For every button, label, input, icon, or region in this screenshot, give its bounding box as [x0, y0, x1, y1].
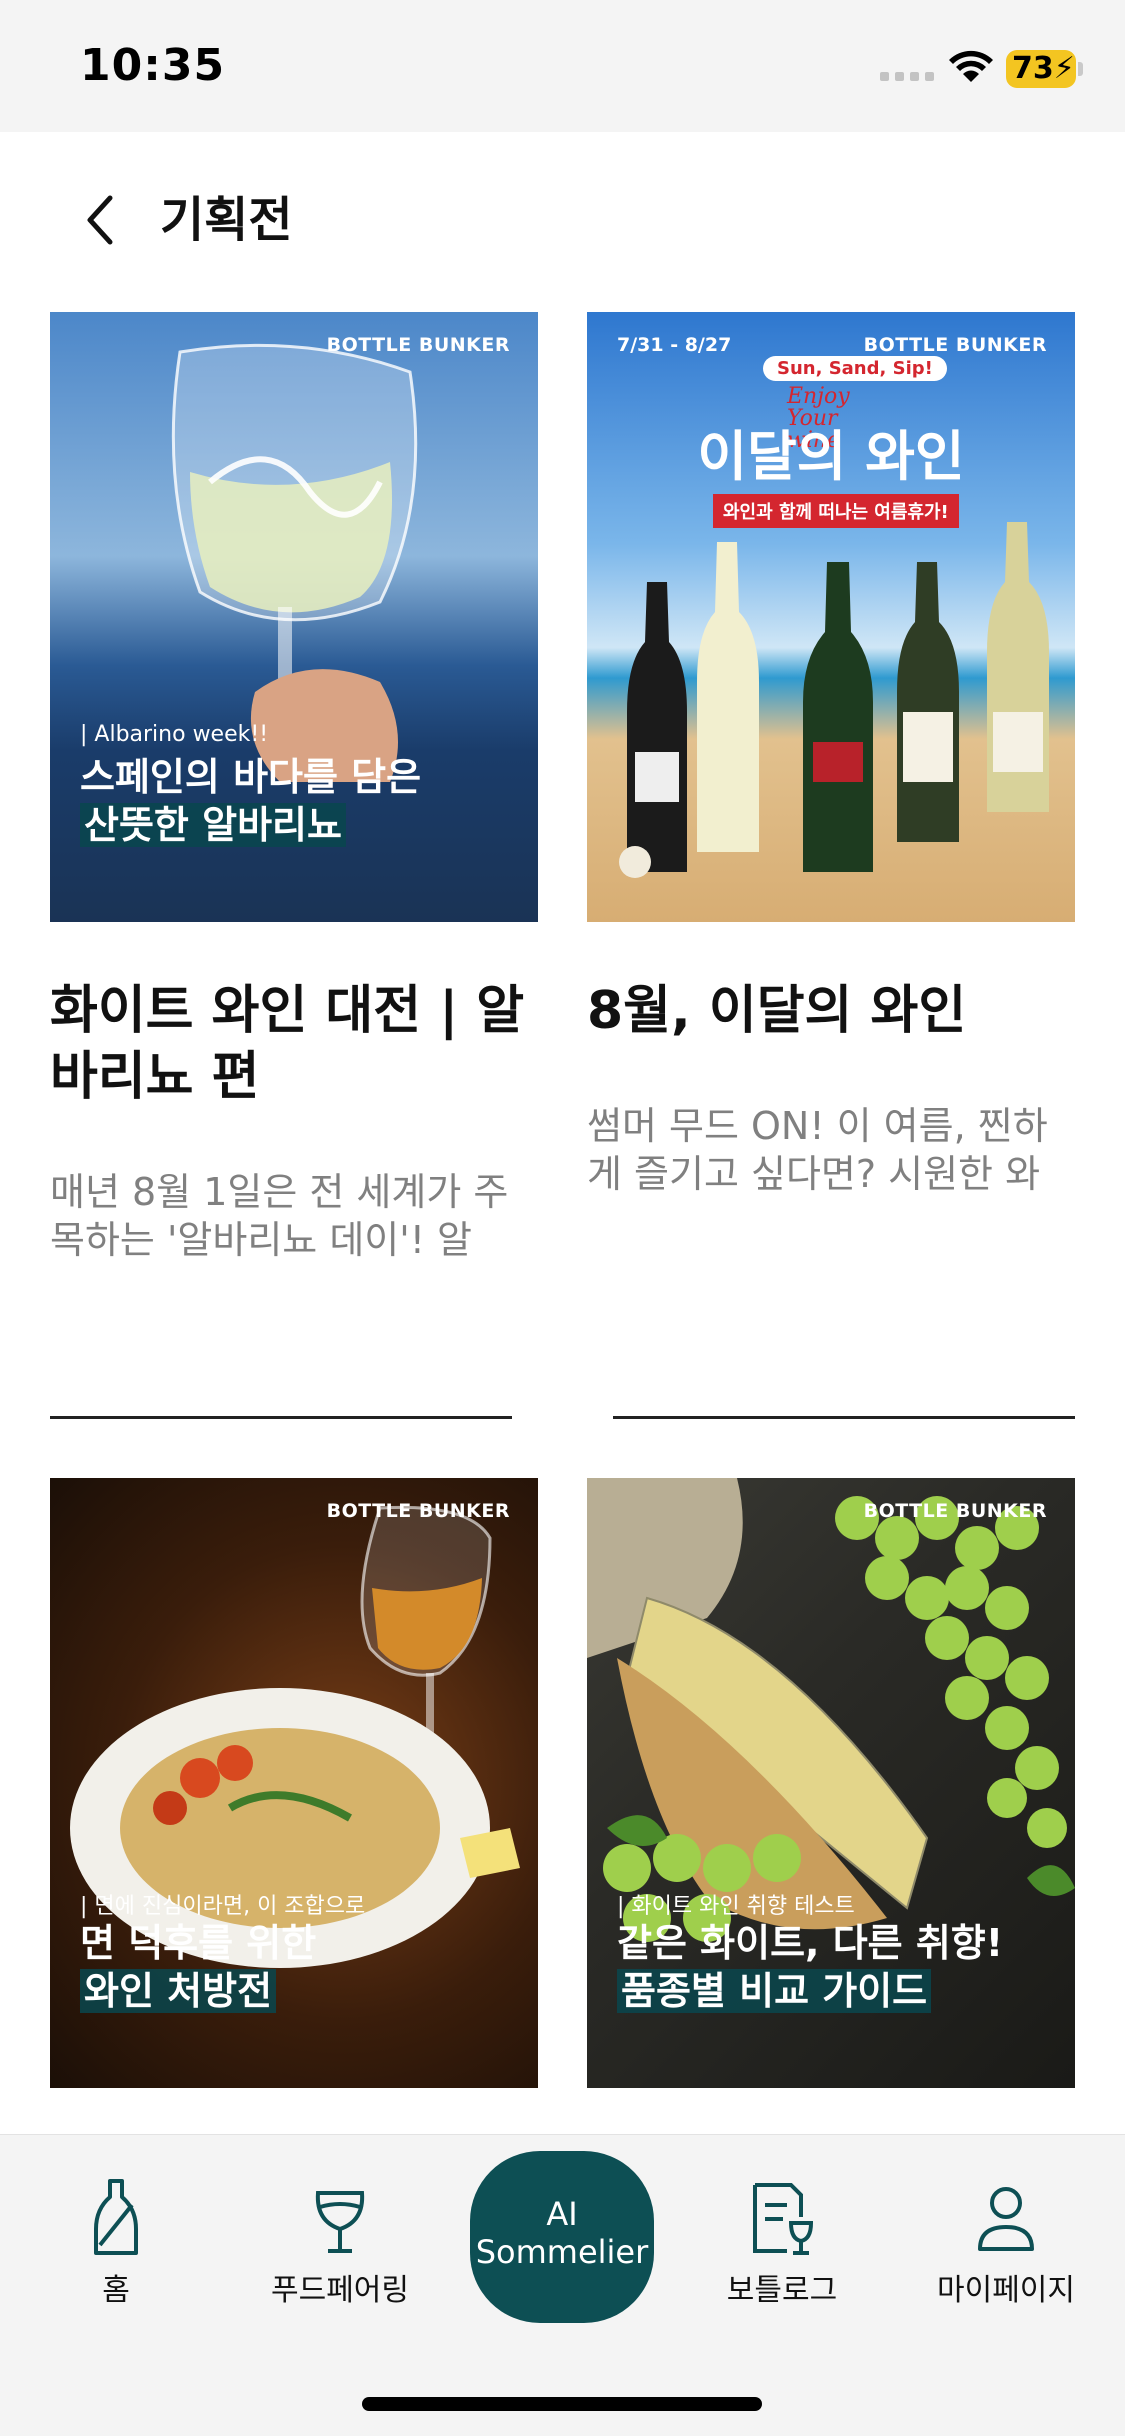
promo-card-noodle-pairing[interactable]: BOTTLE BUNKER | 면에 진심이라면, 이 조합으로 면 덕후를 위… [50, 1478, 538, 2088]
tab-label: 홈 [102, 2273, 130, 2308]
home-indicator[interactable] [362, 2397, 762, 2411]
battery-cap [1078, 62, 1083, 76]
user-icon [978, 2187, 1034, 2251]
promo-tag: | 면에 진심이라면, 이 조합으로 [80, 1894, 366, 1919]
bottle-log-icon [753, 2183, 814, 2255]
ai-sommelier-line2: Sommelier [475, 2233, 649, 2271]
tab-label: 마이페이지 [937, 2273, 1075, 2308]
battery-level: 73 [1012, 51, 1054, 86]
promo-headline-1: 스페인의 바다를 담은 [80, 755, 422, 799]
brand-label: BOTTLE BUNKER [326, 1500, 510, 1522]
card-description: 썸머 무드 ON! 이 여름, 찐하게 즐기고 싶다면? 시원한 와인… [587, 1104, 1048, 1196]
promo-headline-2-text: 산뜻한 알바리뇨 [80, 803, 346, 847]
bottom-tab-bar: 홈 푸드페어링 AI Sommelier 보틀로그 마이페이지 [0, 2134, 1125, 2436]
bottle-icon [94, 2179, 138, 2255]
page-title: 기획전 [160, 192, 293, 248]
promo-image-albarino[interactable]: BOTTLE BUNKER | Albarino week!! 스페인의 바다를… [50, 312, 538, 922]
promo-card-monthly-wine[interactable]: BOTTLE BUNKER 7/31 - 8/27 Sun, Sand, Sip… [587, 312, 1075, 1198]
promo-image-white-guide[interactable]: BOTTLE BUNKER | 화이트 와인 취향 테스트 같은 화이트, 다른… [587, 1478, 1075, 2088]
promo-headline-2-text: 와인 처방전 [80, 1969, 277, 2013]
wine-bottles-illustration [619, 522, 1049, 878]
brand-label: BOTTLE BUNKER [863, 1500, 1047, 1522]
card-title[interactable]: 8월, 이달의 와인 [587, 978, 1075, 1044]
tab-my-page[interactable]: 마이페이지 [916, 2175, 1096, 2309]
ai-sommelier-line1: AI [546, 2195, 578, 2233]
promo-headline-1: 면 덕후를 위한 [80, 1921, 317, 1965]
tab-bottle-log[interactable]: 보틀로그 [692, 2175, 872, 2309]
promo-headline-1: 같은 화이트, 다른 취향! [617, 1921, 1004, 1965]
promo-card-albarino[interactable]: BOTTLE BUNKER | Albarino week!! 스페인의 바다를… [50, 312, 538, 1264]
battery-icon: 73⚡ [1006, 50, 1076, 88]
tab-label: 푸드페어링 [271, 2273, 409, 2308]
header: 기획전 [0, 132, 1125, 304]
promo-card-white-guide[interactable]: BOTTLE BUNKER | 화이트 와인 취향 테스트 같은 화이트, 다른… [587, 1478, 1075, 2088]
wifi-icon [949, 50, 993, 82]
card-divider [50, 1416, 512, 1419]
promo-headline-2: 품종별 비교 가이드 [617, 1968, 932, 2014]
promo-image-monthly-wine[interactable]: BOTTLE BUNKER 7/31 - 8/27 Sun, Sand, Sip… [587, 312, 1075, 922]
card-title[interactable]: 화이트 와인 대전 | 알바리뇨 편 [50, 978, 538, 1110]
tab-label: 보틀로그 [726, 2273, 838, 2308]
promo-image-noodle-pairing[interactable]: BOTTLE BUNKER | 면에 진심이라면, 이 조합으로 면 덕후를 위… [50, 1478, 538, 2088]
promo-headline-2: 산뜻한 알바리뇨 [80, 802, 346, 848]
card-divider [613, 1416, 1075, 1419]
promo-headline-2-text: 품종별 비교 가이드 [617, 1969, 932, 2013]
cellular-signal-icon [880, 72, 934, 81]
tab-home[interactable]: 홈 [26, 2175, 206, 2309]
brand-label: BOTTLE BUNKER [326, 334, 510, 356]
wine-glass-icon [315, 2191, 365, 2253]
promo-headline-2: 와인 처방전 [80, 1968, 277, 2014]
promo-tag: | Albarino week!! [80, 722, 269, 747]
card-description: 매년 8월 1일은 전 세계가 주목하는 '알바리뇨 데이'! 알바… [50, 1170, 509, 1262]
promo-tag: | 화이트 와인 취향 테스트 [617, 1894, 855, 1919]
tab-food-pairing[interactable]: 푸드페어링 [250, 2175, 430, 2309]
status-time: 10:35 [80, 40, 226, 91]
ai-sommelier-button[interactable]: AI Sommelier [470, 2151, 654, 2323]
back-arrow-icon[interactable] [80, 192, 120, 248]
status-bar: 10:35 73⚡ [0, 0, 1125, 132]
